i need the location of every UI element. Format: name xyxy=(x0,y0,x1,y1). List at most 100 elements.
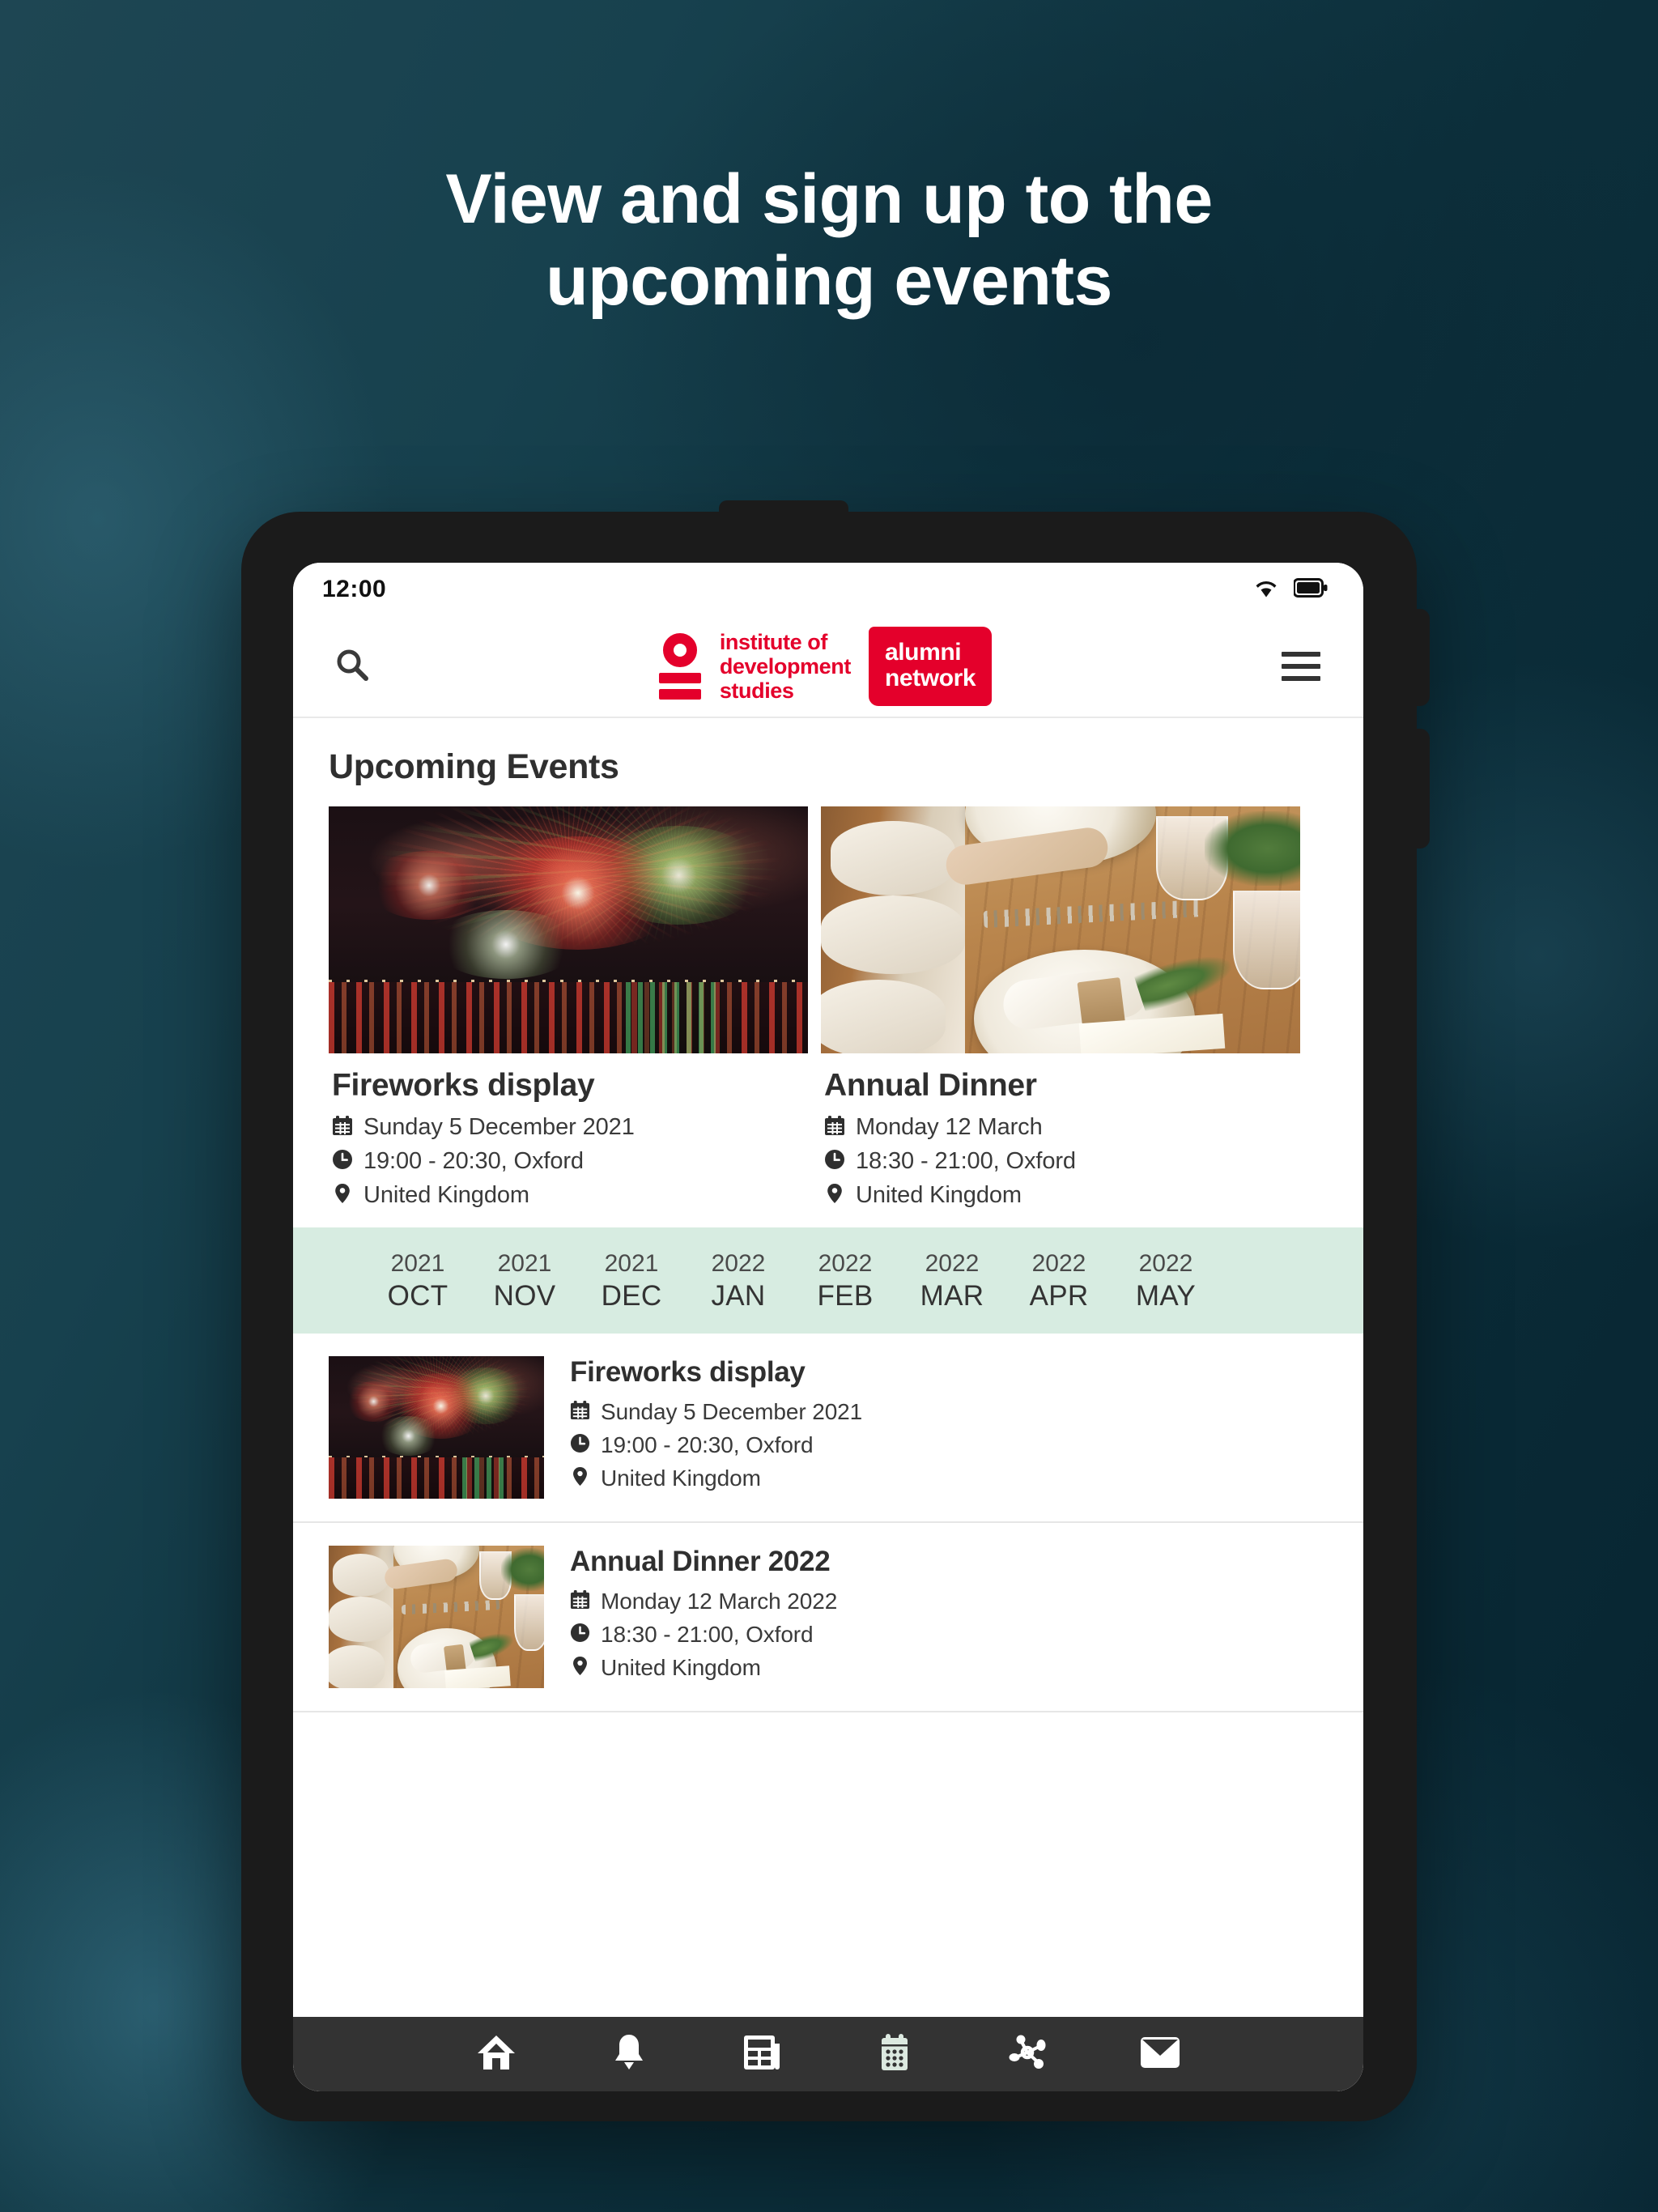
event-time-row: 19:00 - 20:30, Oxford xyxy=(332,1148,805,1175)
event-time: 19:00 - 20:30, Oxford xyxy=(363,1148,584,1174)
month-year: 2022 xyxy=(711,1250,766,1277)
page-title: Upcoming Events xyxy=(329,747,619,786)
hamburger-menu-icon xyxy=(1282,652,1320,657)
promo-headline: View and sign up to the upcoming events xyxy=(0,159,1658,323)
headline-line-1: View and sign up to the xyxy=(445,160,1213,238)
event-location: United Kingdom xyxy=(363,1182,529,1208)
nav-notifications-button[interactable] xyxy=(606,2031,652,2077)
location-pin-icon xyxy=(332,1183,353,1208)
nav-messages-button[interactable] xyxy=(1137,2031,1183,2077)
headline-line-2: upcoming events xyxy=(546,242,1112,321)
news-feed-icon xyxy=(742,2034,781,2075)
month-year: 2021 xyxy=(604,1250,659,1277)
event-time: 18:30 - 21:00, Oxford xyxy=(601,1621,814,1647)
badge-line-2: network xyxy=(884,665,976,691)
event-image-fireworks xyxy=(329,806,808,1053)
app-screen: 12:00 institute of development studies a… xyxy=(293,563,1363,2091)
event-time-row: 19:00 - 20:30, Oxford xyxy=(570,1432,862,1458)
event-location-row: United Kingdom xyxy=(332,1182,805,1209)
month-filter-item[interactable]: 2021 DEC xyxy=(578,1249,685,1312)
event-location-row: United Kingdom xyxy=(570,1465,862,1491)
month-filter-item[interactable]: 2022 MAR xyxy=(899,1249,1005,1312)
logo-line-2: development xyxy=(719,653,852,678)
main-content: Upcoming Events Fireworks display Sunday… xyxy=(293,718,1363,2091)
ids-logo-wordmark: institute of development studies xyxy=(719,629,852,704)
envelope-icon xyxy=(1139,2035,1181,2074)
calendar-icon xyxy=(824,1115,845,1140)
month-filter-strip[interactable]: 2021 OCT 2021 NOV 2021 DEC 2022 JAN 2022… xyxy=(293,1227,1363,1334)
power-button[interactable] xyxy=(719,500,848,517)
month-filter-item[interactable]: 2022 FEB xyxy=(792,1249,899,1312)
hamburger-menu-button[interactable] xyxy=(1273,652,1329,681)
app-logo[interactable]: institute of development studies alumni … xyxy=(377,626,1273,707)
event-time: 19:00 - 20:30, Oxford xyxy=(601,1431,814,1457)
search-icon xyxy=(334,646,371,687)
calendar-icon xyxy=(570,1400,590,1424)
app-header: institute of development studies alumni … xyxy=(293,616,1363,718)
clock-icon xyxy=(570,1433,590,1457)
event-title: Fireworks display xyxy=(332,1068,595,1103)
list-item[interactable]: Annual Dinner 2022 Monday 12 March 2022 … xyxy=(293,1522,1363,1712)
featured-events-carousel[interactable]: Fireworks display Sunday 5 December 2021… xyxy=(293,806,1363,1227)
clock-icon xyxy=(570,1623,590,1647)
list-item[interactable]: Fireworks display Sunday 5 December 2021… xyxy=(293,1333,1363,1523)
logo-line-3: studies xyxy=(719,678,794,704)
month-filter-item[interactable]: 2022 MAY xyxy=(1112,1249,1219,1312)
month-year: 2022 xyxy=(1138,1250,1193,1277)
volume-down-button[interactable] xyxy=(1415,729,1430,849)
nav-news-button[interactable] xyxy=(739,2031,784,2077)
calendar-icon xyxy=(878,2033,911,2076)
clock-icon xyxy=(824,1149,845,1174)
featured-event-card[interactable]: Fireworks display Sunday 5 December 2021… xyxy=(329,806,808,1227)
nav-home-button[interactable] xyxy=(474,2031,519,2077)
event-date: Monday 12 March 2022 xyxy=(601,1588,838,1614)
month-filter-item[interactable]: 2022 JAN xyxy=(685,1249,792,1312)
event-date: Monday 12 March xyxy=(856,1114,1043,1140)
home-icon xyxy=(476,2034,517,2075)
location-pin-icon xyxy=(570,1466,590,1491)
nav-network-button[interactable] xyxy=(1005,2031,1050,2077)
month-year: 2022 xyxy=(1031,1250,1086,1277)
badge-line-1: alumni xyxy=(884,638,962,666)
event-image-dinner xyxy=(821,806,1300,1053)
month-year: 2022 xyxy=(925,1250,980,1277)
month-year: 2021 xyxy=(497,1250,552,1277)
month-filter-item[interactable]: 2021 OCT xyxy=(364,1249,471,1312)
event-title: Annual Dinner 2022 xyxy=(570,1545,831,1577)
month-name: MAY xyxy=(1135,1279,1197,1312)
event-location-row: United Kingdom xyxy=(570,1655,837,1681)
ids-logo-mark xyxy=(658,633,702,700)
event-title: Fireworks display xyxy=(570,1355,806,1388)
month-name: OCT xyxy=(387,1279,449,1312)
event-time-row: 18:30 - 21:00, Oxford xyxy=(824,1148,1297,1175)
month-name: MAR xyxy=(920,1279,984,1312)
event-date-row: Sunday 5 December 2021 xyxy=(332,1114,805,1141)
logo-line-1: institute of xyxy=(719,629,828,654)
month-name: APR xyxy=(1029,1279,1089,1312)
month-name: JAN xyxy=(711,1279,766,1312)
featured-event-card[interactable]: Annual Dinner Monday 12 March 18:30 - 21… xyxy=(821,806,1300,1227)
volume-up-button[interactable] xyxy=(1415,609,1430,706)
status-bar: 12:00 xyxy=(293,563,1363,616)
event-thumbnail-dinner xyxy=(329,1545,544,1688)
event-date-row: Monday 12 March 2022 xyxy=(570,1589,837,1614)
month-filter-item[interactable]: 2021 NOV xyxy=(471,1249,578,1312)
network-share-icon xyxy=(1006,2034,1048,2075)
month-name: NOV xyxy=(493,1279,556,1312)
event-time: 18:30 - 21:00, Oxford xyxy=(856,1148,1076,1174)
event-location: United Kingdom xyxy=(601,1465,761,1491)
nav-events-button[interactable] xyxy=(872,2031,917,2077)
calendar-icon xyxy=(570,1589,590,1614)
event-date: Sunday 5 December 2021 xyxy=(363,1114,635,1140)
month-filter-item[interactable]: 2022 APR xyxy=(1005,1249,1112,1312)
event-location: United Kingdom xyxy=(856,1182,1022,1208)
alumni-network-badge: alumni network xyxy=(868,626,993,707)
event-thumbnail-fireworks xyxy=(329,1355,544,1499)
status-time: 12:00 xyxy=(322,576,387,602)
month-name: DEC xyxy=(601,1279,662,1312)
bell-icon xyxy=(612,2033,646,2076)
bottom-navigation-bar xyxy=(293,2017,1363,2091)
search-button[interactable] xyxy=(327,646,377,687)
wifi-icon xyxy=(1253,577,1279,602)
event-time-row: 18:30 - 21:00, Oxford xyxy=(570,1622,837,1648)
